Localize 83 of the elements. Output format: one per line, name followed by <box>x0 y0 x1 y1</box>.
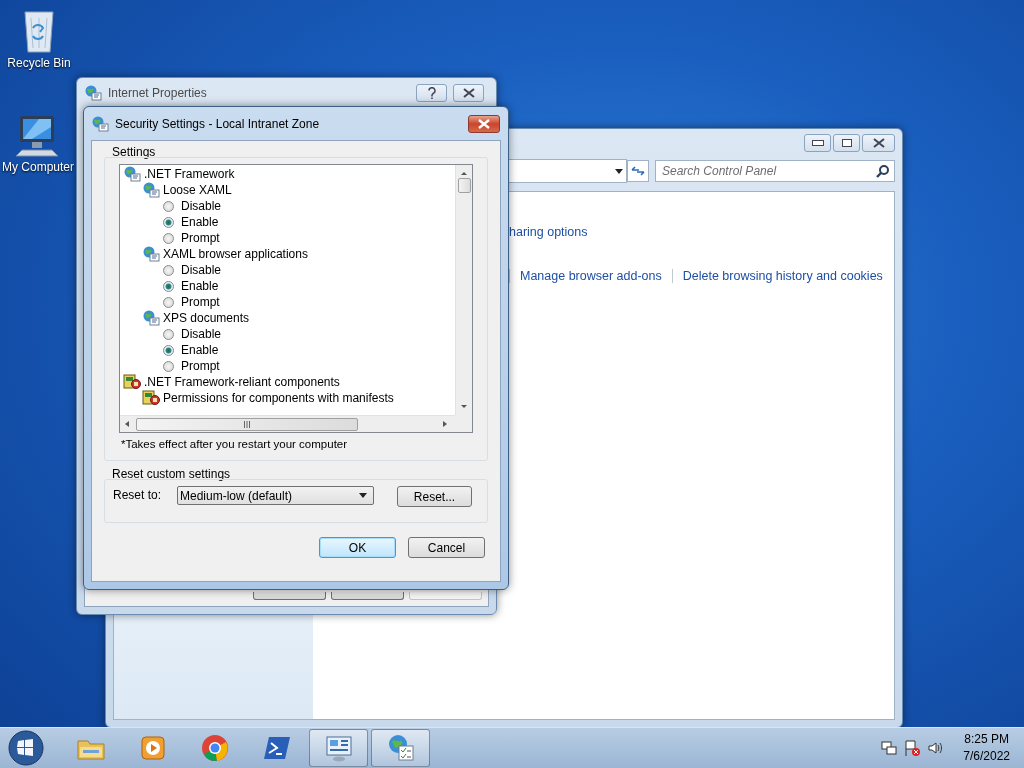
option-label: Prompt <box>181 231 220 245</box>
setting-icon <box>142 310 160 326</box>
reset-level-select[interactable]: Medium-low (default) <box>177 486 374 505</box>
option-label: Disable <box>181 263 222 277</box>
horizontal-scrollbar[interactable] <box>120 415 455 432</box>
taskbar-button[interactable] <box>309 729 368 767</box>
option-label: Enable <box>181 215 219 229</box>
group-label: Settings <box>112 145 157 159</box>
dialog-button[interactable]: Cancel <box>408 537 485 558</box>
browser-icon <box>199 733 230 763</box>
dialog-button[interactable]: OK <box>319 537 396 558</box>
option-label: Enable <box>181 279 219 293</box>
scroll-thumb[interactable] <box>457 178 471 193</box>
search-icon <box>876 164 890 178</box>
clock[interactable]: 8:25 PM 7/6/2022 <box>963 731 1010 765</box>
minimize-icon <box>811 139 824 146</box>
radio-button[interactable] <box>163 328 174 340</box>
help-button[interactable] <box>416 84 447 102</box>
option-label: Prompt <box>181 359 220 373</box>
scroll-thumb[interactable] <box>136 417 358 431</box>
window-icon <box>84 85 102 101</box>
setting-label: Loose XAML <box>163 183 232 197</box>
link[interactable]: haring options <box>509 225 894 239</box>
scroll-up-icon[interactable] <box>460 170 468 176</box>
option-label: Disable <box>181 199 222 213</box>
radio-button[interactable] <box>163 280 174 292</box>
maximize-icon <box>840 137 853 148</box>
option-label: Enable <box>181 343 219 357</box>
window-icon <box>91 115 109 132</box>
radio-button[interactable] <box>163 344 174 356</box>
taskbar-button[interactable] <box>371 729 430 767</box>
reset-button[interactable]: Reset... <box>397 486 472 507</box>
setting-label: XPS documents <box>163 311 250 325</box>
setting-icon <box>142 246 160 262</box>
refresh-icon <box>630 164 646 178</box>
maximize-button[interactable] <box>833 133 860 152</box>
setting-icon <box>142 182 160 198</box>
close-icon <box>872 137 885 148</box>
setting-icon <box>142 390 160 406</box>
refresh-button[interactable] <box>627 160 649 182</box>
radio-button[interactable] <box>163 296 174 308</box>
dialog-button[interactable] <box>331 592 404 600</box>
category-label: .NET Framework-reliant components <box>144 375 340 389</box>
window-title: Security Settings - Local Intranet Zone <box>115 116 321 131</box>
control-panel-icon <box>323 733 354 763</box>
dropdown-arrow-icon <box>612 167 626 175</box>
close-icon <box>478 118 490 129</box>
radio-button[interactable] <box>163 216 174 228</box>
grip-icon <box>243 420 251 428</box>
dropdown-arrow-icon <box>359 493 367 498</box>
link[interactable]: Delete browsing history and cookies <box>682 269 883 283</box>
flag-alert-icon[interactable] <box>903 739 922 757</box>
option-label: Disable <box>181 327 222 341</box>
speaker-icon[interactable] <box>927 740 944 756</box>
field-label: Reset to: <box>113 488 163 502</box>
radio-button[interactable] <box>163 264 174 276</box>
settings-tree[interactable] <box>119 164 473 433</box>
window-title: Internet Properties <box>108 86 208 100</box>
radio-button[interactable] <box>163 232 174 244</box>
note-text: *Takes effect after you restart your computer <box>121 438 349 450</box>
scroll-down-icon[interactable] <box>460 404 468 410</box>
setting-label: XAML browser applications <box>163 247 308 261</box>
close-button[interactable] <box>862 133 895 152</box>
category-icon <box>123 166 141 182</box>
desktop-icon-label: Recycle Bin <box>7 56 71 70</box>
network-icon[interactable] <box>881 740 898 756</box>
radio-button[interactable] <box>163 360 174 372</box>
category-label: .NET Framework <box>144 167 235 181</box>
help-icon <box>426 87 437 99</box>
minimize-button[interactable] <box>804 133 831 152</box>
radio-button[interactable] <box>163 200 174 212</box>
dialog-button[interactable] <box>253 592 326 600</box>
setting-label: Permissions for components with manifests <box>163 391 394 405</box>
vertical-scrollbar[interactable] <box>455 165 472 415</box>
link[interactable]: Manage browser add-ons <box>520 269 662 283</box>
category-icon <box>123 374 141 390</box>
search-field[interactable]: Search Control Panel <box>655 160 895 182</box>
option-label: Prompt <box>181 295 220 309</box>
close-icon <box>462 88 475 98</box>
close-button[interactable] <box>468 114 500 133</box>
close-button[interactable] <box>453 84 484 102</box>
desktop-icon-label: My Computer <box>2 160 74 174</box>
group-label: Reset custom settings <box>112 467 232 481</box>
